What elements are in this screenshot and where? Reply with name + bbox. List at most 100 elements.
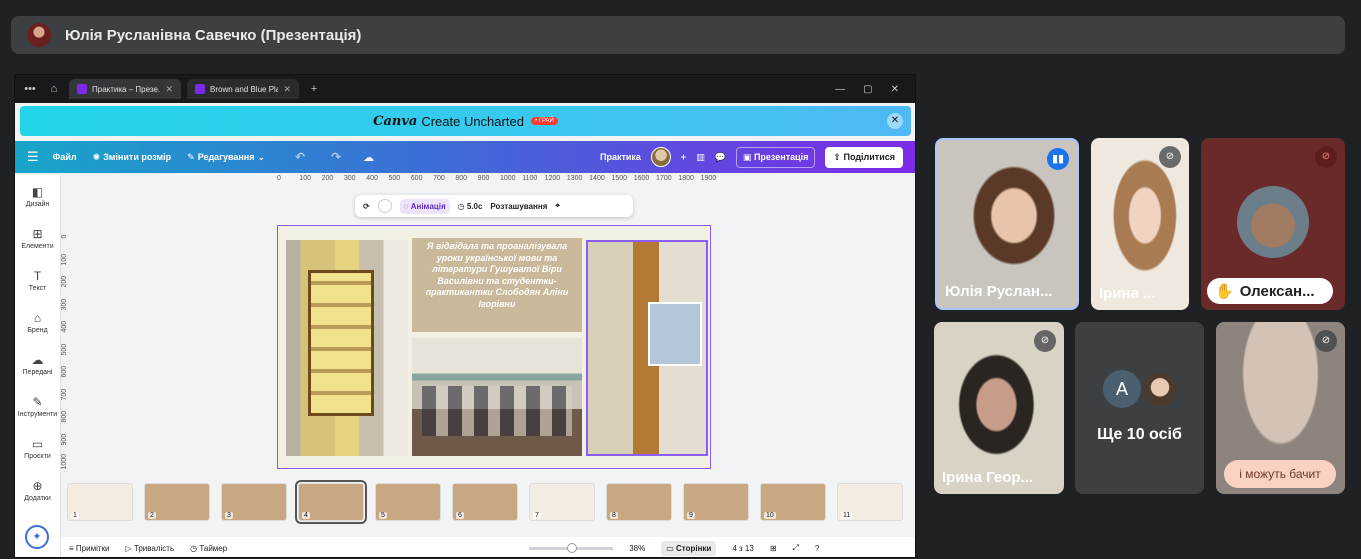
ruler-tick-label: 200 [321, 175, 334, 182]
slide-thumbnail[interactable]: 3 [221, 483, 287, 521]
ruler-tick-label: 1300 [566, 175, 583, 182]
ruler-tick-label: 1100 [522, 175, 538, 182]
add-collaborator-icon[interactable]: + [681, 152, 686, 162]
share-button[interactable]: ⇪ Поділитися [825, 146, 903, 168]
window-controls: — ▢ ✕ [835, 84, 909, 95]
ruler-tick-label: 400 [61, 320, 68, 333]
participant-tile[interactable]: ⊘ Ірина ... [1091, 138, 1189, 310]
slide-thumbnail[interactable]: 9 [683, 483, 749, 521]
sidebar-item-tools[interactable]: ✎ Інструменти [15, 385, 60, 427]
brand-icon: ⌂ [33, 310, 42, 325]
help-icon[interactable]: ? [815, 544, 819, 553]
browser-tab-1[interactable]: Практика – Презе... ✕ [69, 79, 181, 99]
close-window-icon[interactable]: ✕ [891, 84, 899, 95]
ruler-horizontal: 0 100 200 300 400 500 600 700 800 900 1000 1100 1200… [277, 175, 723, 187]
sidebar-item-uploads[interactable]: ☁ Передані [15, 343, 60, 385]
document-name[interactable]: Практика [600, 152, 641, 162]
presenter-avatar [27, 23, 51, 47]
promo-banner[interactable]: Canva Create Uncharted • ГРАЙ ✕ [20, 106, 911, 136]
ruler-tick-label: 100 [61, 252, 68, 265]
sidebar-item-apps[interactable]: ⊕ Додатки [15, 469, 60, 511]
close-tab-icon[interactable]: ✕ [283, 84, 291, 95]
cloud-icon[interactable]: ☁ [363, 151, 374, 164]
slide-thumbnail[interactable]: 4 [295, 480, 367, 524]
slide-text[interactable]: Я відвідала та проаналізувала уроки укра… [412, 238, 582, 332]
uploads-icon: ☁ [31, 352, 44, 367]
slide-photo-corner[interactable] [586, 240, 708, 456]
slide-canvas[interactable]: Я відвідала та проаналізувала уроки укра… [277, 225, 711, 469]
slide-number: 7 [533, 512, 541, 519]
timer-button[interactable]: ◷ Таймер [190, 544, 227, 553]
color-swatch[interactable] [377, 199, 392, 213]
slide-thumbnail[interactable]: 8 [606, 483, 672, 521]
sidebar-item-text[interactable]: T Текст [15, 259, 60, 301]
present-icon: ▣ [742, 151, 752, 162]
slide-thumbnail[interactable]: 2 [144, 483, 210, 521]
close-icon[interactable]: ✕ [887, 113, 903, 129]
participant-tile[interactable]: ⊘ Ірина Геор... [934, 322, 1064, 494]
zoom-slider[interactable] [529, 542, 614, 553]
comment-icon[interactable]: 💬 [715, 152, 726, 163]
slide-number: 11 [841, 512, 853, 519]
browser-tabbar: ••• ⌂ Практика – Презе... ✕ Brown and Bl… [15, 75, 915, 103]
sidebar-item-design[interactable]: ◧ Дизайн [15, 175, 60, 217]
position-button[interactable]: Розташування [490, 202, 547, 211]
close-tab-icon[interactable]: ✕ [165, 84, 173, 95]
sidebar-item-brand[interactable]: ⌂ Бренд [15, 301, 60, 343]
maximize-icon[interactable]: ▢ [863, 84, 872, 95]
sidebar-item-projects[interactable]: ▭ Проєкти [15, 427, 60, 469]
slide-thumbnail[interactable]: 6 [452, 483, 518, 521]
zoom-slider-knob[interactable] [567, 542, 578, 553]
participant-tile[interactable]: ⊘ і можуть бачит [1216, 322, 1345, 494]
notes-button[interactable]: ≡ Примітки [69, 544, 109, 553]
home-icon[interactable]: ⌂ [45, 83, 63, 95]
collaborator-avatar[interactable] [650, 147, 671, 167]
slide-photo-wall[interactable] [286, 240, 408, 456]
slide-thumbnail[interactable]: 7 [529, 483, 595, 521]
canva-toolbar: ☰ Файл ✺ Змінити розмір ✎ Редагування ⌄ ↶ ↷… [15, 141, 915, 173]
ruler-tick-label: 600 [61, 365, 68, 378]
speaking-indicator-icon: ▮▮ [1047, 148, 1069, 170]
ruler-tick-label: 300 [343, 175, 356, 182]
canva-favicon-icon [77, 84, 87, 94]
participant-tile[interactable]: ▮▮ Юлія Руслан... [935, 138, 1079, 310]
paint-roller-icon[interactable]: ⌖ [555, 201, 560, 211]
more-icon[interactable]: ••• [21, 83, 39, 95]
slide-number: 2 [148, 512, 156, 519]
undo-icon[interactable]: ↶ [295, 150, 305, 164]
new-tab-icon[interactable]: + [305, 83, 323, 95]
edit-menu[interactable]: ✎ Редагування ⌄ [187, 152, 265, 163]
animation-button[interactable]: ◌ Анімація [399, 198, 450, 214]
more-participants-tile[interactable]: A Ще 10 осіб [1075, 322, 1204, 494]
magic-assistant-icon[interactable]: ✦ [25, 525, 49, 549]
rotate-icon[interactable]: ⟳ [363, 202, 370, 211]
present-button[interactable]: ▣ Презентація [735, 146, 816, 168]
file-menu[interactable]: Файл [53, 152, 77, 162]
redo-icon[interactable]: ↷ [331, 150, 341, 164]
menu-icon[interactable]: ☰ [27, 149, 39, 165]
pages-button[interactable]: ▭ Сторінки [661, 540, 717, 556]
fullscreen-icon[interactable]: ⤢ [793, 543, 799, 553]
slide-thumbnail[interactable]: 5 [375, 483, 441, 521]
duration-footer-button[interactable]: ▷ Тривалість [125, 544, 174, 553]
grid-view-icon[interactable]: ⊞ [770, 544, 777, 553]
slide-number: 8 [610, 512, 618, 519]
canva-sidebar: ◧ Дизайн ⊞ Елементи T Текст ⌂ Бренд ☁ Передан… [15, 175, 61, 557]
projects-icon: ▭ [31, 436, 44, 451]
canva-favicon-icon [195, 84, 205, 94]
meet-presenter-bar: Юлія Русланівна Савечко (Презентація) [11, 16, 1345, 54]
slide-thumbnail[interactable]: 1 [67, 483, 133, 521]
canva-logo: Canva [373, 113, 418, 129]
participant-tile[interactable]: ⊘ ✋ Олексан... [1201, 138, 1345, 310]
browser-tab-2[interactable]: Brown and Blue Pla... ✕ [187, 79, 299, 99]
minimize-icon[interactable]: — [835, 84, 845, 95]
sidebar-item-elements[interactable]: ⊞ Елементи [15, 217, 60, 259]
analytics-icon[interactable]: ▥ [696, 152, 705, 163]
ruler-tick-label: 1400 [589, 175, 605, 182]
slide-photo-classroom[interactable] [412, 338, 582, 456]
resize-button[interactable]: ✺ Змінити розмір [93, 152, 172, 163]
slide-thumbnail[interactable]: 11 [837, 483, 903, 521]
slide-thumbnail[interactable]: 10 [760, 483, 826, 521]
zoom-level[interactable]: 38% [629, 544, 645, 553]
duration-button[interactable]: ◷ 5.0с [458, 202, 483, 211]
